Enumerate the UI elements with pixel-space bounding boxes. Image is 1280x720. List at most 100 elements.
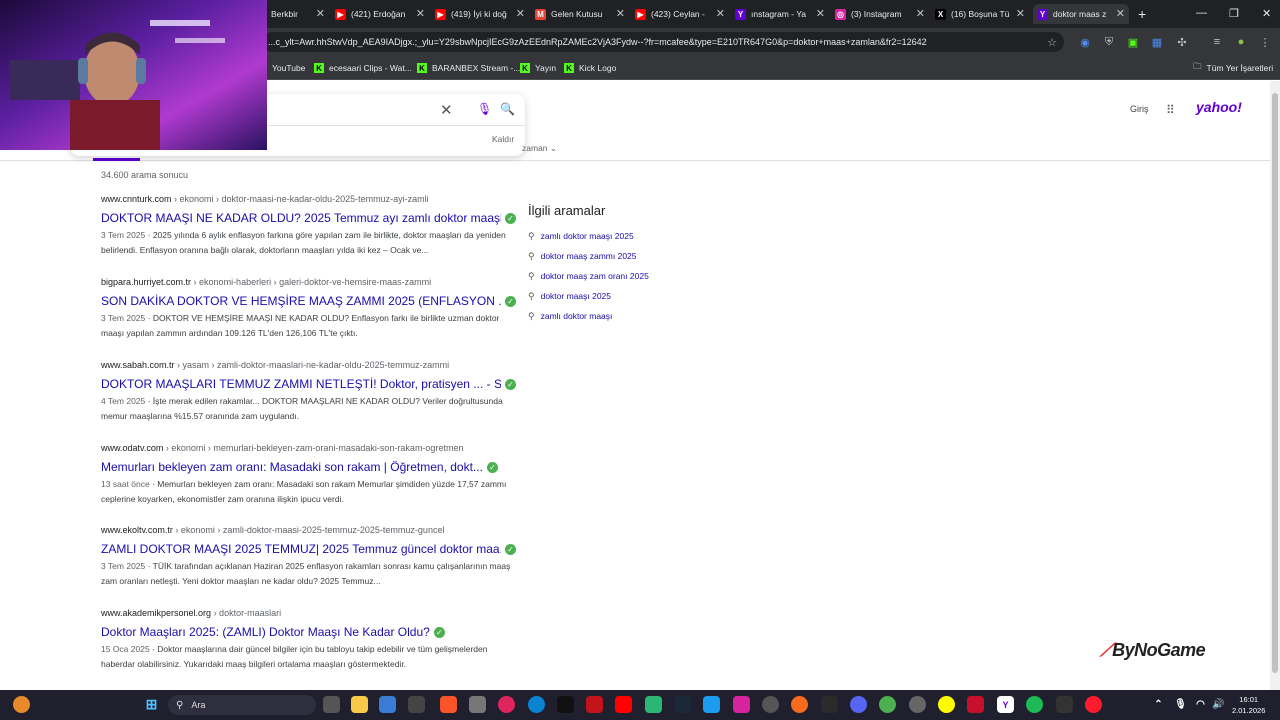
app-icon[interactable] <box>469 696 486 713</box>
scrollbar[interactable] <box>1270 81 1280 690</box>
yahoo-logo[interactable]: yahoo! <box>1196 99 1242 115</box>
app-icon[interactable] <box>1056 696 1073 713</box>
scrollbar-thumb[interactable] <box>1272 93 1278 673</box>
extension-icon[interactable]: ▦ <box>1150 35 1164 49</box>
app-icon[interactable] <box>586 696 603 713</box>
bookmark-star-icon[interactable]: ☆ <box>1045 35 1059 49</box>
avatar[interactable]: ● <box>1234 35 1248 49</box>
related-search-link[interactable]: ⚲ doktor maaşı 2025 <box>528 286 788 306</box>
close-icon[interactable]: ✕ <box>316 7 325 20</box>
result-title-link[interactable]: SON DAKİKA DOKTOR VE HEMŞİRE MAAŞ ZAMMI … <box>101 294 521 308</box>
speaker-icon[interactable]: 🔊 <box>1210 696 1227 713</box>
bookmark-item[interactable]: K Yayın <box>520 60 556 76</box>
result-title-link[interactable]: Doktor Maaşları 2025: (ZAMLI) Doktor Maa… <box>101 625 521 639</box>
clear-icon[interactable]: ✕ <box>440 101 453 119</box>
close-icon[interactable]: ✕ <box>416 7 425 20</box>
instagram-icon[interactable] <box>733 696 750 713</box>
tiktok-icon[interactable] <box>557 696 574 713</box>
app-icon[interactable] <box>408 696 425 713</box>
related-search-link[interactable]: ⚲ doktor maaş zammı 2025 <box>528 246 788 266</box>
restore-icon[interactable]: ❐ <box>1229 7 1239 20</box>
result-url[interactable]: bigpara.hurriyet.com.tr › ekonomi-haberl… <box>101 277 521 287</box>
related-search-link[interactable]: ⚲ zamlı doktor maaşı <box>528 306 788 326</box>
result-title-link[interactable]: DOKTOR MAAŞI NE KADAR OLDU? 2025 Temmuz … <box>101 211 521 225</box>
bookmark-item[interactable]: K Kick Logo <box>564 60 616 76</box>
file-explorer-icon[interactable] <box>351 696 368 713</box>
mcafee-icon[interactable] <box>967 696 984 713</box>
snapchat-icon[interactable] <box>938 696 955 713</box>
browser-tab[interactable]: ▶ (421) Erdoğan ✕ <box>331 4 429 24</box>
widgets-icon[interactable] <box>13 696 30 713</box>
result-url[interactable]: www.akademikpersonel.org › doktor-maasla… <box>101 608 521 618</box>
search-icon[interactable]: 🔍 <box>500 102 515 116</box>
login-link[interactable]: Giriş <box>1130 104 1149 114</box>
close-icon[interactable]: ✕ <box>1016 7 1025 20</box>
close-window-icon[interactable]: ✕ <box>1262 7 1271 20</box>
address-bar[interactable]: ...c_ylt=Awr.hhStwVdp_AEA9IADjgx.;_ylu=Y… <box>262 32 1064 52</box>
browser-tab[interactable]: M Gelen Kutusu ✕ <box>531 4 629 24</box>
result-url[interactable]: www.ekoltv.com.tr › ekonomi › zamli-dokt… <box>101 525 521 535</box>
app-icon[interactable] <box>645 696 662 713</box>
kebab-menu-icon[interactable]: ⋮ <box>1258 35 1272 49</box>
wifi-icon[interactable]: ◠ <box>1192 696 1209 713</box>
browser-tab-active[interactable]: Ydoktor maas z ✕ <box>1033 4 1129 24</box>
result-title-link[interactable]: ZAMLI DOKTOR MAAŞI 2025 TEMMUZ| 2025 Tem… <box>101 542 521 556</box>
bookmark-item[interactable]: Kecesaari Clips - Wat... <box>314 60 412 76</box>
tab-time-filter[interactable]: zaman ⌄ <box>522 143 557 154</box>
close-icon[interactable]: ✕ <box>1116 7 1125 20</box>
extension-icon[interactable]: ▣ <box>1126 35 1140 49</box>
app-icon[interactable] <box>379 696 396 713</box>
result-title-link[interactable]: Memurları bekleyen zam oranı: Masadaki s… <box>101 460 521 474</box>
media-list-icon[interactable]: ≡ <box>1210 35 1224 49</box>
close-icon[interactable]: ✕ <box>716 7 725 20</box>
close-icon[interactable]: ✕ <box>916 7 925 20</box>
chrome-icon[interactable] <box>879 696 896 713</box>
result-title-link[interactable]: DOKTOR MAAŞLARI TEMMUZ ZAMMI NETLEŞTİ! D… <box>101 377 521 391</box>
remove-suggestion-button[interactable]: Kaldır <box>492 134 514 144</box>
chevron-up-icon[interactable]: ⌃ <box>1150 696 1167 713</box>
browser-tab[interactable]: ◎ (3) Instagram ✕ <box>831 4 929 24</box>
apps-grid-icon[interactable]: ⠿ <box>1166 103 1175 117</box>
epic-games-icon[interactable] <box>821 696 838 713</box>
new-tab-icon[interactable]: + <box>1138 6 1146 22</box>
app-icon[interactable] <box>791 696 808 713</box>
app-icon[interactable] <box>498 696 515 713</box>
app-icon[interactable] <box>703 696 720 713</box>
related-search-link[interactable]: ⚲ doktor maaş zam oranı 2025 <box>528 266 788 286</box>
discord-icon[interactable] <box>850 696 867 713</box>
start-icon[interactable]: ⊞ <box>143 696 160 713</box>
browser-tab[interactable]: X (16) Boşuna Tü ✕ <box>931 4 1029 24</box>
opera-icon[interactable] <box>1085 696 1102 713</box>
steam-icon[interactable] <box>674 696 691 713</box>
close-icon[interactable]: ✕ <box>816 7 825 20</box>
taskbar-search[interactable]: ⚲ Ara <box>168 695 316 715</box>
puzzle-icon[interactable]: ✣ <box>1175 35 1189 49</box>
browser-tab[interactable]: Yınstagram - Ya ✕ <box>731 4 829 24</box>
browser-tab[interactable]: ▶ (419) İyi ki doğ ✕ <box>431 4 529 24</box>
app-icon[interactable] <box>909 696 926 713</box>
spotify-icon[interactable] <box>1026 696 1043 713</box>
result-url[interactable]: www.cnnturk.com › ekonomi › doktor-maasi… <box>101 194 521 204</box>
close-icon[interactable]: ✕ <box>516 7 525 20</box>
youtube-icon[interactable] <box>615 696 632 713</box>
bookmark-item[interactable]: YouTube <box>272 60 305 76</box>
browser-tab[interactable]: ▶ (423) Ceylan - ✕ <box>631 4 729 24</box>
all-bookmarks[interactable]: 🗀 Tüm Yer İşaretleri <box>1193 60 1273 76</box>
result-url[interactable]: www.odatv.com › ekonomi › memurlari-bekl… <box>101 443 521 453</box>
result-url[interactable]: www.sabah.com.tr › yasam › zamli-doktor-… <box>101 360 521 370</box>
browser-tab[interactable]: Berkbir ✕ <box>267 4 329 24</box>
brave-icon[interactable] <box>440 696 457 713</box>
extension-icon[interactable]: ◉ <box>1078 35 1092 49</box>
task-view-icon[interactable] <box>323 696 340 713</box>
close-icon[interactable]: ✕ <box>616 7 625 20</box>
edge-icon[interactable] <box>528 696 545 713</box>
app-icon[interactable] <box>762 696 779 713</box>
microphone-icon[interactable]: 🎙 <box>477 102 492 116</box>
minimize-icon[interactable]: — <box>1196 7 1207 19</box>
shield-icon[interactable]: ⛨ <box>1102 35 1116 49</box>
bookmark-item[interactable]: K BARANBEX Stream -... <box>417 60 520 76</box>
related-search-link[interactable]: ⚲ zamlı doktor maaşı 2025 <box>528 226 788 246</box>
clock[interactable]: 16:01 2.01.2026 <box>1232 694 1265 716</box>
yahoo-icon[interactable]: Y <box>997 696 1014 713</box>
microphone-icon[interactable]: 🎙 <box>1172 696 1189 713</box>
